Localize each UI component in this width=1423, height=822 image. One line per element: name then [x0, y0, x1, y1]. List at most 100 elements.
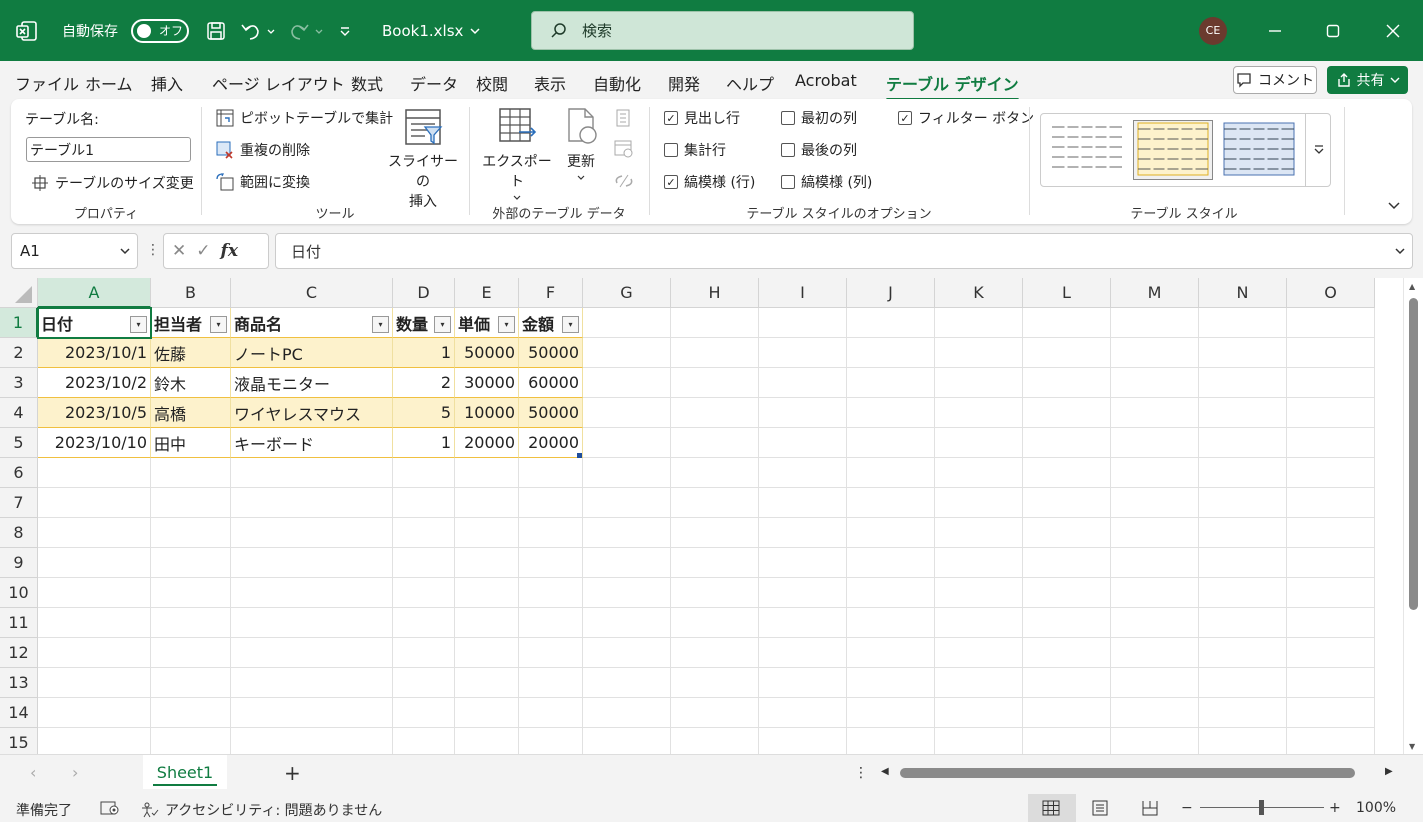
cell[interactable] [759, 308, 847, 338]
cell[interactable] [1023, 488, 1111, 518]
save-button[interactable] [203, 0, 229, 61]
cell[interactable] [393, 578, 455, 608]
column-header-d[interactable]: D [393, 278, 455, 308]
cell[interactable] [1111, 638, 1199, 668]
unlink-icon[interactable] [614, 171, 634, 195]
cell[interactable] [1287, 458, 1375, 488]
column-header-l[interactable]: L [1023, 278, 1111, 308]
cell[interactable] [583, 398, 671, 428]
column-header-j[interactable]: J [847, 278, 935, 308]
cell[interactable] [1111, 398, 1199, 428]
cell[interactable] [1023, 698, 1111, 728]
cell[interactable] [1199, 308, 1287, 338]
collapse-ribbon-button[interactable] [1387, 199, 1401, 217]
cell[interactable] [671, 608, 759, 638]
cell[interactable] [759, 368, 847, 398]
cell[interactable] [847, 308, 935, 338]
cell[interactable] [38, 698, 151, 728]
table-header-cell[interactable]: 日付 ▾ [38, 308, 151, 338]
cell[interactable] [231, 668, 393, 698]
last-column-checkbox[interactable]: 最後の列 [781, 140, 857, 160]
cell[interactable] [935, 518, 1023, 548]
cell[interactable] [1023, 458, 1111, 488]
cell[interactable] [455, 578, 519, 608]
cell[interactable] [519, 668, 583, 698]
table-style-medium-gold[interactable] [1133, 120, 1213, 180]
table-cell[interactable]: 液晶モニター [231, 368, 393, 398]
cell[interactable] [151, 578, 231, 608]
column-header-e[interactable]: E [455, 278, 519, 308]
cell[interactable] [519, 578, 583, 608]
cell[interactable] [393, 548, 455, 578]
cell[interactable] [1023, 338, 1111, 368]
filter-dropdown-icon[interactable]: ▾ [130, 316, 147, 333]
worksheet-grid[interactable]: A B C D E F G H I J K L M N O 1 日付 ▾ 担当者 ▾ 商品名 ▾ 数量 ▾ 単価 ▾ 金額 ▾ 2 202… [0, 278, 1423, 754]
cell[interactable] [455, 668, 519, 698]
zoom-in-button[interactable]: + [1329, 800, 1341, 816]
cell[interactable] [583, 578, 671, 608]
table-cell[interactable]: 田中 [151, 428, 231, 458]
cell[interactable] [671, 638, 759, 668]
cell[interactable] [1287, 638, 1375, 668]
prev-sheet-icon[interactable]: ‹ [30, 763, 36, 782]
undo-button[interactable] [240, 0, 276, 61]
cell[interactable] [1287, 608, 1375, 638]
properties-small-icon[interactable] [614, 109, 632, 131]
table-cell[interactable]: 高橋 [151, 398, 231, 428]
comment-button[interactable]: コメント [1233, 66, 1317, 94]
cell[interactable] [1287, 728, 1375, 754]
cell[interactable] [935, 668, 1023, 698]
table-cell[interactable]: 60000 [519, 368, 583, 398]
cell[interactable] [671, 578, 759, 608]
cell[interactable] [935, 728, 1023, 754]
cell[interactable] [759, 608, 847, 638]
table-header-cell[interactable]: 数量 ▾ [393, 308, 455, 338]
cell[interactable] [935, 638, 1023, 668]
cell[interactable] [1287, 308, 1375, 338]
cell[interactable] [455, 518, 519, 548]
table-cell[interactable]: 30000 [455, 368, 519, 398]
minimize-button[interactable] [1252, 0, 1298, 61]
sheet-tab-sheet1[interactable]: Sheet1 [143, 755, 227, 789]
table-cell[interactable]: 鈴木 [151, 368, 231, 398]
filter-dropdown-icon[interactable]: ▾ [434, 316, 451, 333]
zoom-slider-knob[interactable] [1259, 800, 1264, 815]
cell[interactable] [151, 488, 231, 518]
row-header-2[interactable]: 2 [0, 338, 38, 368]
cell[interactable] [759, 458, 847, 488]
cell[interactable] [847, 548, 935, 578]
table-cell[interactable]: 2 [393, 368, 455, 398]
formula-input[interactable]: 日付 [275, 233, 1413, 269]
pivot-table-button[interactable]: ピボットテーブルで集計 [216, 108, 393, 128]
cell[interactable] [847, 608, 935, 638]
close-button[interactable] [1370, 0, 1416, 61]
customize-quick-access-icon[interactable] [338, 0, 352, 61]
tab-review[interactable]: 校閲 [476, 71, 508, 95]
user-avatar[interactable]: CE [1199, 0, 1227, 61]
cell[interactable] [583, 308, 671, 338]
normal-view-button[interactable] [1028, 794, 1076, 822]
filter-dropdown-icon[interactable]: ▾ [210, 316, 227, 333]
row-header-13[interactable]: 13 [0, 668, 38, 698]
row-header-1[interactable]: 1 [0, 308, 38, 338]
cell[interactable] [671, 698, 759, 728]
cell[interactable] [759, 338, 847, 368]
cell[interactable] [671, 308, 759, 338]
cell[interactable] [1287, 698, 1375, 728]
column-header-o[interactable]: O [1287, 278, 1375, 308]
cell[interactable] [1287, 518, 1375, 548]
cell[interactable] [151, 518, 231, 548]
cell[interactable] [1287, 398, 1375, 428]
column-header-m[interactable]: M [1111, 278, 1199, 308]
cell[interactable] [759, 398, 847, 428]
cell[interactable] [38, 578, 151, 608]
cell[interactable] [1287, 578, 1375, 608]
column-header-g[interactable]: G [583, 278, 671, 308]
cell[interactable] [1023, 578, 1111, 608]
tab-insert[interactable]: 挿入 [151, 71, 183, 95]
scroll-up-icon[interactable]: ▲ [1409, 282, 1415, 291]
cell[interactable] [1287, 488, 1375, 518]
tab-acrobat[interactable]: Acrobat [795, 71, 857, 90]
filter-dropdown-icon[interactable]: ▾ [562, 316, 579, 333]
cell[interactable] [935, 308, 1023, 338]
